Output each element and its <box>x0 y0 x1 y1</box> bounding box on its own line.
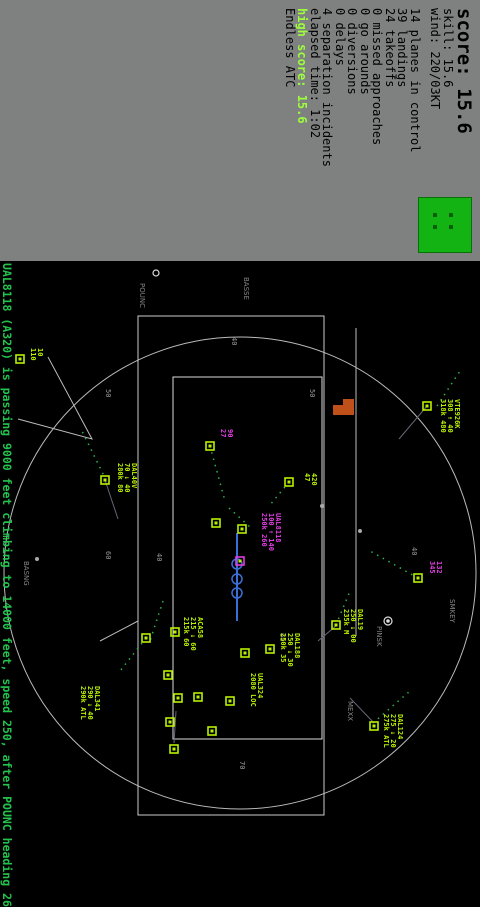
pause-bar-icon <box>433 213 437 217</box>
svg-text:2080 LOC: 2080 LOC <box>249 673 257 707</box>
aircraft-blip-core <box>334 623 338 627</box>
delays: 0 delays <box>333 8 347 66</box>
aircraft-blip-core <box>103 478 107 482</box>
aircraft-blip-core <box>172 747 176 751</box>
fix-mexx[interactable] <box>358 529 362 533</box>
diversions: 0 diversions <box>345 8 360 95</box>
aircraft-blip-core <box>173 630 177 634</box>
fix-label-basse: BASSE <box>242 277 250 300</box>
svg-text:235k M: 235k M <box>342 609 350 634</box>
go-arounds: 0 go arounds <box>358 8 372 95</box>
inner-sector <box>172 376 323 740</box>
aircraft-blip-core <box>168 720 172 724</box>
svg-text:318k 480: 318k 480 <box>439 399 447 433</box>
aircraft-tag-ual324[interactable]: UAL324 2080 LOC <box>249 673 264 707</box>
svg-text:275k ATL: 275k ATL <box>382 714 390 748</box>
fix-label-pinsk: PINSK <box>375 626 383 647</box>
fix-label-basng: BASNG <box>22 561 30 586</box>
aircraft-tag-dal124[interactable]: DAL124 275 ↓ 20 275k ATL <box>382 714 404 748</box>
svg-text:215k 60: 215k 60 <box>182 617 190 647</box>
high-score: high score: 15.6 <box>295 8 310 124</box>
fix-label-mexx: MEXX <box>346 701 354 721</box>
pause-bar-icon <box>433 225 437 229</box>
elapsed-time: elapsed time: 1:02 <box>308 8 322 139</box>
aircraft-tag-dal341[interactable]: DAL341 290 ↓ 40 290k ATL <box>79 686 101 720</box>
pause-bar-icon <box>449 213 453 217</box>
aircraft-blip-core <box>240 527 244 531</box>
aircraft-tag-dal188[interactable]: DAL188 250 ↓ 30 250k 35 <box>279 633 301 667</box>
aircraft-blip-core <box>243 651 247 655</box>
svg-text:250k 35: 250k 35 <box>279 633 287 663</box>
aircraft-blip-core <box>268 647 272 651</box>
info-panel: score: 15.6 skill: 15.6 wind: 220/03KT 1… <box>0 0 480 261</box>
aircraft-tag-aca58[interactable]: ACA58 215 ↓ 60 215k 60 <box>182 617 204 651</box>
pause-button[interactable] <box>418 197 472 253</box>
aircraft-blip-core <box>18 357 22 361</box>
altitude-marker: 70 <box>238 761 246 769</box>
altitude-marker: 50 <box>308 389 316 397</box>
aircraft-blip-core <box>214 521 218 525</box>
restricted-area <box>333 399 354 415</box>
tag-value: 27 <box>219 429 227 437</box>
aircraft-blip-core <box>176 696 180 700</box>
fix-smkey[interactable] <box>320 504 324 508</box>
aircraft-blip-core <box>228 699 232 703</box>
status-message: UAL8118 (A320) is passing 9000 feet clim… <box>0 263 14 907</box>
aircraft-blip-core <box>416 576 420 580</box>
svg-text:250k 260: 250k 260 <box>260 513 268 547</box>
aircraft-blip-core <box>210 729 214 733</box>
skill-text: skill: 15.6 <box>441 8 455 88</box>
sector-outline <box>137 315 325 816</box>
aircraft-blip-core <box>196 695 200 699</box>
svg-text:290k ATL: 290k ATL <box>79 686 87 720</box>
altitude-marker: 40 <box>155 553 163 561</box>
aircraft-blip-core <box>238 559 242 563</box>
aircraft-tag-dal19[interactable]: DAL19 250 ↓ 00 235k M <box>342 609 364 643</box>
aircraft-blip-core <box>208 444 212 448</box>
game-mode: Endless ATC <box>283 8 297 88</box>
tag-value: 110 <box>29 348 37 361</box>
planes-in-control: 14 planes in control <box>408 8 422 153</box>
fix-pounc[interactable] <box>152 269 160 277</box>
tag-value: 47 <box>303 473 311 481</box>
separation-incidents: 4 separation incidents <box>320 8 335 167</box>
altitude-marker: 40 <box>230 337 238 345</box>
landings-count: 39 landings <box>395 8 410 88</box>
fix-basng[interactable] <box>35 557 39 561</box>
airway-line <box>99 620 139 642</box>
stats-block: score: 15.6 skill: 15.6 wind: 220/03KT 1… <box>283 8 475 167</box>
tag-value: 345 <box>428 561 436 574</box>
takeoffs-count: 24 takeoffs <box>383 8 397 88</box>
altitude-marker: 40 <box>410 547 418 555</box>
aircraft-blip-core <box>287 480 291 484</box>
fix-label-pounc: POUNC <box>138 283 146 308</box>
pause-bar-icon <box>449 225 453 229</box>
aircraft-blip-core <box>425 404 429 408</box>
fix-label-smkey: SMKEY <box>448 599 456 623</box>
altitude-marker: 50 <box>104 389 112 397</box>
aircraft-blip-core <box>166 673 170 677</box>
radar-scope[interactable]: POUNC BASSE PINSK SMKEY BASNG MEXX 40 50… <box>0 261 480 853</box>
aircraft-tag-ual8118[interactable]: UAL8118 100 ↑ 140 250k 260 <box>260 513 282 551</box>
aircraft-tag-dal40v[interactable]: DAL40V 70 ↓ 40 280k 80 <box>116 463 138 493</box>
svg-text:280k 80: 280k 80 <box>116 463 124 493</box>
aircraft-blip-core <box>144 636 148 640</box>
aircraft-blip-core <box>372 724 376 728</box>
missed-approaches: 0 missed approaches <box>370 8 385 146</box>
score-text: score: 15.6 <box>453 8 475 134</box>
aircraft-tag-vte926k[interactable]: VTE926K 308 ↑ 40 318k 480 <box>439 399 461 433</box>
wind-text: wind: 220/03KT <box>428 8 443 110</box>
altitude-marker: 60 <box>104 551 112 559</box>
